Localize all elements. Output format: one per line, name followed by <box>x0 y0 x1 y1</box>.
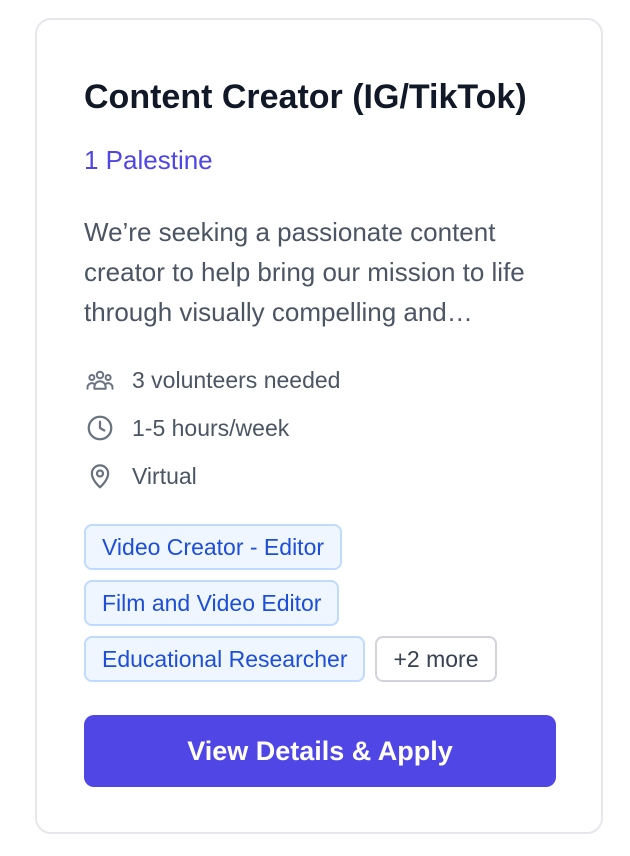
volunteers-needed: 3 volunteers needed <box>84 364 340 396</box>
map-pin-icon <box>84 460 116 492</box>
location: Virtual <box>84 460 197 492</box>
skill-tag-row: Video Creator - Editor <box>84 524 564 570</box>
skill-tag: Video Creator - Editor <box>84 524 343 570</box>
more-skills-badge: +2 more <box>375 636 497 682</box>
location-text: Virtual <box>132 462 197 489</box>
view-details-apply-button[interactable]: View Details & Apply <box>84 715 556 787</box>
organization-link[interactable]: 1 Palestine <box>84 144 213 176</box>
volunteers-text: 3 volunteers needed <box>132 366 341 393</box>
skill-tag: Film and Video Editor <box>84 580 340 626</box>
users-icon <box>84 364 116 396</box>
opportunity-title: Content Creator (IG/TikTok) <box>84 78 527 116</box>
hours-text: 1-5 hours/week <box>132 414 290 441</box>
opportunity-description: We’re seeking a passionate content creat… <box>84 217 525 327</box>
clock-icon <box>84 412 116 444</box>
skill-tag-row: Film and Video Editor <box>84 580 564 626</box>
hours-per-week: 1-5 hours/week <box>84 412 289 444</box>
skill-tags: Video Creator - Editor Film and Video Ed… <box>84 524 564 692</box>
skill-tag-row: Educational Researcher +2 more <box>84 636 564 682</box>
skill-tag: Educational Researcher <box>84 636 366 682</box>
